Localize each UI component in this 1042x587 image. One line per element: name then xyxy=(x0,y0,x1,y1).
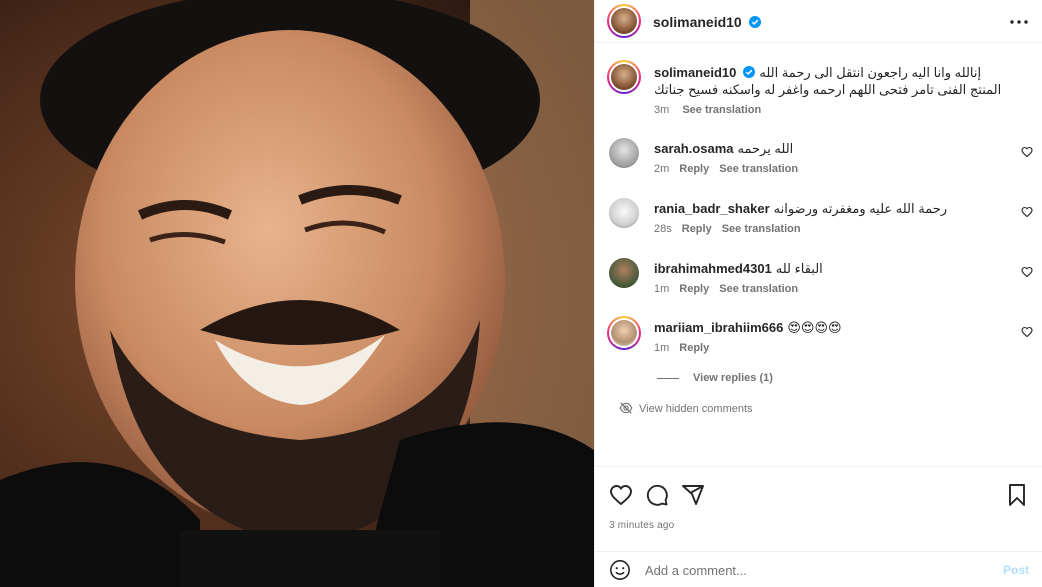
comment-text: البقاء لله xyxy=(775,261,823,276)
comment-username[interactable]: sarah.osama xyxy=(654,141,734,156)
emoji-icon[interactable] xyxy=(609,559,631,581)
comment-icon[interactable] xyxy=(645,483,669,507)
reply-button[interactable]: Reply xyxy=(679,283,709,295)
comment-age: 1m xyxy=(654,283,670,295)
caption-age: 3m xyxy=(654,104,670,116)
caption: solimaneid10 إنالله وانا اليه راجعون انتق… xyxy=(607,60,1037,120)
add-comment-bar: Post xyxy=(595,551,1042,587)
bookmark-icon[interactable] xyxy=(1005,483,1029,507)
comments-list: solimaneid10 إنالله وانا اليه راجعون انتق… xyxy=(595,44,1042,466)
comment-age: 1m xyxy=(654,342,670,354)
comment-text: رحمة الله عليه ومغفرته ورضوانه xyxy=(773,201,948,216)
comment-text: الله يرحمه xyxy=(737,141,794,156)
view-replies-button[interactable]: View replies (1) xyxy=(657,372,773,384)
see-translation-button[interactable]: See translation xyxy=(682,104,761,116)
share-icon[interactable] xyxy=(681,483,705,507)
divider xyxy=(657,377,679,379)
author-username[interactable]: solimaneid10 xyxy=(653,14,742,30)
comment-item: mariiam_ibrahiim666 😍😍😍😍 1m Reply xyxy=(607,316,1037,356)
see-translation-button[interactable]: See translation xyxy=(719,283,798,295)
view-hidden-comments-label: View hidden comments xyxy=(639,403,753,415)
verified-badge-icon xyxy=(748,16,761,28)
author-avatar[interactable] xyxy=(607,4,641,38)
reply-button[interactable]: Reply xyxy=(682,223,712,235)
comment-username[interactable]: mariiam_ibrahiim666 xyxy=(654,320,783,335)
post-header: solimaneid10 xyxy=(595,0,1042,43)
comment-item: sarah.osama الله يرحمه 2m Reply See transla… xyxy=(607,138,1037,178)
verified-badge-icon xyxy=(743,66,756,78)
eye-off-icon xyxy=(619,402,633,414)
avatar[interactable] xyxy=(607,316,641,350)
heart-icon[interactable] xyxy=(1021,146,1033,158)
comment-age: 28s xyxy=(654,223,672,235)
post-button[interactable]: Post xyxy=(1003,563,1029,577)
post-timestamp: 3 minutes ago xyxy=(609,520,675,531)
heart-icon[interactable] xyxy=(1021,206,1033,218)
reply-button[interactable]: Reply xyxy=(679,163,709,175)
view-hidden-comments-button[interactable]: View hidden comments xyxy=(619,401,753,415)
comment-item: rania_badr_shaker رحمة الله عليه ومغفرته … xyxy=(607,198,1037,238)
heart-icon[interactable] xyxy=(609,483,633,507)
heart-icon[interactable] xyxy=(1021,326,1033,338)
author-avatar[interactable] xyxy=(607,60,641,94)
see-translation-button[interactable]: See translation xyxy=(722,223,801,235)
avatar[interactable] xyxy=(609,138,639,168)
comment-text: 😍😍😍😍 xyxy=(787,320,842,335)
view-replies-label: View replies (1) xyxy=(693,372,773,384)
avatar[interactable] xyxy=(609,258,639,288)
post-panel: solimaneid10 solimaneid10 إنالله وانا الي… xyxy=(594,0,1042,587)
avatar[interactable] xyxy=(609,198,639,228)
comment-username[interactable]: ibrahimahmed4301 xyxy=(654,261,772,276)
reply-button[interactable]: Reply xyxy=(679,342,709,354)
post-photo xyxy=(0,0,594,587)
comment-age: 2m xyxy=(654,163,670,175)
comment-input[interactable] xyxy=(645,560,985,580)
comment-username[interactable]: rania_badr_shaker xyxy=(654,201,770,216)
see-translation-button[interactable]: See translation xyxy=(719,163,798,175)
caption-text: solimaneid10 إنالله وانا اليه راجعون انتق… xyxy=(654,64,1002,98)
heart-icon[interactable] xyxy=(1021,266,1033,278)
caption-username[interactable]: solimaneid10 xyxy=(654,65,736,80)
comment-item: ibrahimahmed4301 البقاء لله 1m Reply See tr… xyxy=(607,258,1037,298)
more-horizontal-icon[interactable] xyxy=(1007,12,1031,32)
